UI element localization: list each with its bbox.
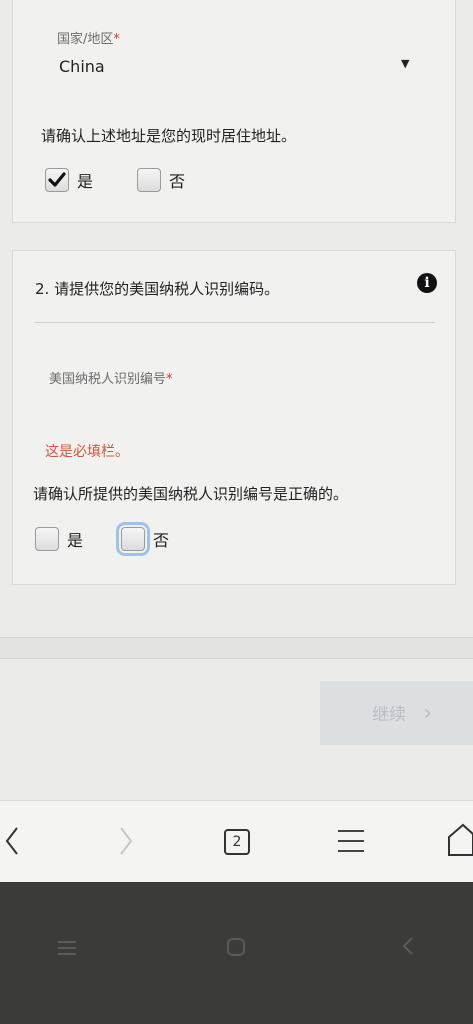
system-back-icon[interactable] xyxy=(402,936,414,960)
address-no-option[interactable]: 否 xyxy=(137,168,185,192)
system-home-icon[interactable] xyxy=(226,937,246,961)
tin-confirm-question: 请确认所提供的美国纳税人识别编号是正确的。 xyxy=(33,485,349,503)
tin-input[interactable] xyxy=(43,391,433,427)
tin-yes-label: 是 xyxy=(67,531,84,550)
tin-no-option[interactable]: 否 xyxy=(116,522,170,556)
required-mark: * xyxy=(166,372,173,387)
checkmark-icon xyxy=(48,172,66,187)
tin-yes-checkbox[interactable] xyxy=(35,527,59,551)
address-yes-checkbox[interactable] xyxy=(45,168,69,192)
section-separator xyxy=(0,637,473,659)
tin-no-checkbox[interactable] xyxy=(116,522,151,556)
address-confirm-question: 请确认上述地址是您的现时居住地址。 xyxy=(41,127,297,145)
address-no-checkbox[interactable] xyxy=(137,168,162,192)
address-card: 国家/地区* China ▼ 请确认上述地址是您的现时居住地址。 是 否 xyxy=(12,0,456,223)
required-mark: * xyxy=(113,32,120,47)
chevron-right-icon: › xyxy=(423,701,433,726)
address-yes-label: 是 xyxy=(77,172,94,191)
dropdown-caret-icon[interactable]: ▼ xyxy=(401,57,409,70)
tin-card: 2. 请提供您的美国纳税人识别编码。 i 美国纳税人识别编号* 这是必填栏。 请… xyxy=(12,250,456,585)
country-select-value: China xyxy=(59,57,105,76)
section-divider xyxy=(35,322,435,323)
continue-button[interactable]: 继续 › xyxy=(320,681,473,745)
tin-yes-option[interactable]: 是 xyxy=(35,527,83,551)
forward-icon[interactable] xyxy=(118,826,134,862)
back-icon[interactable] xyxy=(4,826,20,862)
system-navigation-bar xyxy=(0,882,473,1024)
tin-field-label: 美国纳税人识别编号* xyxy=(49,368,173,387)
tabs-button[interactable]: 2 xyxy=(224,829,250,855)
tin-no-label: 否 xyxy=(153,531,170,550)
country-select[interactable]: China xyxy=(59,57,105,76)
info-icon[interactable]: i xyxy=(417,273,437,293)
tin-confirm-options: 是 否 xyxy=(35,522,170,556)
address-yes-option[interactable]: 是 xyxy=(45,168,93,192)
web-page: 国家/地区* China ▼ 请确认上述地址是您的现时居住地址。 是 否 2. … xyxy=(0,0,473,800)
address-confirm-options: 是 否 xyxy=(45,168,185,192)
tin-error-message: 这是必填栏。 xyxy=(45,444,129,460)
tin-field-label-text: 美国纳税人识别编号 xyxy=(49,372,167,387)
country-label: 国家/地区* xyxy=(57,28,120,47)
country-label-text: 国家/地区 xyxy=(57,32,114,47)
continue-label: 继续 xyxy=(372,705,406,725)
tab-count: 2 xyxy=(232,834,242,850)
home-icon[interactable] xyxy=(447,823,473,861)
address-no-label: 否 xyxy=(169,172,186,191)
menu-icon[interactable] xyxy=(338,830,364,860)
tin-section-title: 2. 请提供您的美国纳税人识别编码。 xyxy=(35,280,280,298)
recent-apps-icon[interactable] xyxy=(58,940,76,960)
